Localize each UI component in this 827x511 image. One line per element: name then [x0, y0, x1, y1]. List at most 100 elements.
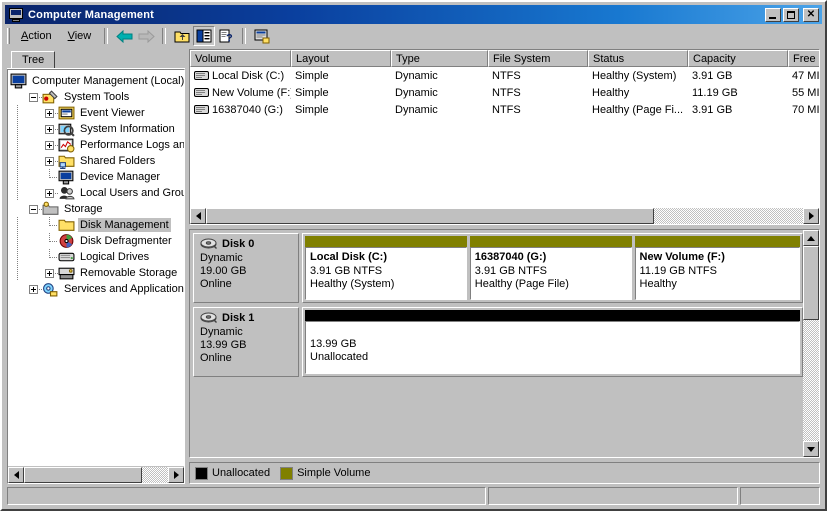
volume-list-view[interactable]: Volume Layout Type File System Status Capacit…: [189, 49, 820, 225]
maximize-button[interactable]: [783, 7, 799, 22]
legend-swatch-unalloc: [195, 466, 208, 480]
expand-icon[interactable]: [42, 137, 59, 153]
tree-item-local-users-and-groups[interactable]: Local Users and Groups: [10, 185, 184, 201]
removable-storage-icon: [58, 265, 76, 281]
partition-color-bar: [469, 236, 632, 247]
volume-scroll-right-button[interactable]: [803, 208, 819, 224]
tree-item-device-manager[interactable]: Device Manager: [10, 169, 184, 185]
tree-item-services-and-applications[interactable]: Services and Applications: [10, 281, 184, 297]
performance-logs-icon: [58, 137, 76, 153]
tree-item-logical-drives[interactable]: Logical Drives: [10, 249, 184, 265]
disk-info-panel[interactable]: Disk 0 Dynamic 19.00 GB Online: [193, 233, 299, 303]
expand-icon[interactable]: [26, 281, 43, 297]
menu-action[interactable]: Action: [13, 28, 60, 44]
column-header-free[interactable]: Free: [788, 50, 819, 67]
cell-volume-label: New Volume (F:): [212, 86, 291, 99]
tree-indent: [10, 233, 26, 249]
disk-row[interactable]: Disk 0 Dynamic 19.00 GB Online Local Disk (C…: [193, 233, 803, 303]
tree-item-disk-defragmenter[interactable]: Disk Defragmenter: [10, 233, 184, 249]
volume-scroll-track[interactable]: [206, 208, 803, 224]
column-header-capacity[interactable]: Capacity: [688, 50, 788, 67]
volume-list-header[interactable]: Volume Layout Type File System Status Capacit…: [190, 50, 819, 67]
close-button[interactable]: ✕: [803, 7, 819, 22]
minimize-button[interactable]: [765, 7, 781, 22]
tree-item-removable-storage[interactable]: Removable Storage: [10, 265, 184, 281]
volume-scroll-thumb[interactable]: [206, 208, 654, 224]
help-button[interactable]: ?: [215, 26, 237, 46]
partition-simple[interactable]: New Volume (F:) 11.19 GB NTFS Healthy: [634, 236, 801, 300]
volume-list-rows[interactable]: Local Disk (C:) Simple Dynamic NTFS Healthy …: [190, 67, 819, 224]
column-header-file-system[interactable]: File System: [488, 50, 588, 67]
tree-item-event-viewer[interactable]: Event Viewer: [10, 105, 184, 121]
refresh-button[interactable]: [251, 26, 273, 46]
forward-button[interactable]: [135, 26, 157, 46]
tree-line: [42, 249, 58, 265]
back-arrow-icon: [116, 29, 133, 43]
disk-scroll-down-button[interactable]: [803, 441, 819, 457]
disk-scroll-up-button[interactable]: [803, 230, 819, 246]
tree-view[interactable]: Computer Management (Local) System Tools E…: [7, 69, 185, 484]
logical-drives-icon: [58, 249, 76, 265]
column-header-volume[interactable]: Volume: [190, 50, 291, 67]
expand-icon[interactable]: [42, 121, 59, 137]
expand-icon[interactable]: [42, 105, 59, 121]
table-row[interactable]: New Volume (F:) Simple Dynamic NTFS Healthy 1…: [190, 84, 819, 101]
cell-file-system: NTFS: [492, 86, 521, 99]
tree-scroll-track[interactable]: [24, 467, 168, 483]
expand-icon[interactable]: [42, 265, 59, 281]
table-row[interactable]: 16387040 (G:) Simple Dynamic NTFS Healthy (P…: [190, 101, 819, 118]
partition-size-fs: 11.19 GB NTFS: [639, 265, 717, 277]
back-button[interactable]: [113, 26, 135, 46]
disk-state: Online: [200, 352, 232, 364]
column-header-type[interactable]: Type: [391, 50, 488, 67]
tree-item-shared-folders[interactable]: Shared Folders: [10, 153, 184, 169]
column-header-status[interactable]: Status: [588, 50, 688, 67]
toolbar-grip[interactable]: [7, 28, 10, 44]
expand-icon[interactable]: [42, 153, 59, 169]
partition-unallocated[interactable]: 13.99 GB Unallocated: [305, 310, 800, 374]
disk-scroll-thumb[interactable]: [803, 246, 819, 321]
partition-simple[interactable]: Local Disk (C:) 3.91 GB NTFS Healthy (Syst…: [305, 236, 467, 300]
title-bar[interactable]: Computer Management ✕: [5, 5, 822, 24]
system-information-icon: [58, 121, 76, 137]
tab-tree[interactable]: Tree: [11, 51, 56, 69]
expand-icon[interactable]: [42, 185, 59, 201]
tree-rows: Computer Management (Local) System Tools E…: [8, 70, 184, 467]
show-hide-tree-button[interactable]: [193, 26, 216, 46]
disk-graphical-view[interactable]: Disk 0 Dynamic 19.00 GB Online Local Disk (C…: [189, 229, 820, 458]
tree-scroll-right-button[interactable]: [168, 467, 184, 483]
table-row[interactable]: Local Disk (C:) Simple Dynamic NTFS Healthy …: [190, 67, 819, 84]
disk-row[interactable]: Disk 1 Dynamic 13.99 GB Online 13.99 GB Unall…: [193, 307, 803, 377]
tree-item-storage[interactable]: Storage: [10, 201, 184, 217]
menu-view[interactable]: View: [60, 28, 100, 44]
volume-horizontal-scrollbar[interactable]: [190, 208, 819, 224]
toolbar-separator-3: [242, 28, 247, 44]
volume-scroll-left-button[interactable]: [190, 208, 206, 224]
collapse-icon[interactable]: [26, 201, 43, 217]
disk-name-label: Disk 1: [222, 312, 255, 324]
up-one-level-button[interactable]: [171, 26, 193, 46]
tree-line: [42, 217, 58, 233]
partition-simple[interactable]: 16387040 (G:) 3.91 GB NTFS Healthy (Page F…: [469, 236, 632, 300]
tree-scroll-thumb[interactable]: [24, 467, 143, 483]
disk-scroll-track[interactable]: [803, 246, 819, 441]
tree-item-system-tools[interactable]: System Tools: [10, 89, 184, 105]
tree-item-disk-management[interactable]: Disk Management: [10, 217, 184, 233]
disk-partition-area: Local Disk (C:) 3.91 GB NTFS Healthy (Syst…: [302, 233, 803, 303]
collapse-icon[interactable]: [26, 89, 43, 105]
tree-item-performance-logs-and-a[interactable]: Performance Logs and A: [10, 137, 184, 153]
column-header-layout[interactable]: Layout: [291, 50, 391, 67]
tree-item-label: System Information: [80, 123, 175, 135]
disk-vertical-scrollbar[interactable]: [803, 230, 819, 457]
tree-item-computer-management-local[interactable]: Computer Management (Local): [10, 73, 184, 89]
computer-icon: [8, 7, 24, 22]
tree-horizontal-scrollbar[interactable]: [8, 466, 184, 483]
local-users-icon: [58, 185, 76, 201]
tree-item-system-information[interactable]: System Information: [10, 121, 184, 137]
disk-info-panel[interactable]: Disk 1 Dynamic 13.99 GB Online: [193, 307, 299, 377]
tree-scroll-left-button[interactable]: [8, 467, 24, 483]
window-title: Computer Management: [28, 8, 155, 21]
cell-layout: Simple: [295, 86, 329, 99]
